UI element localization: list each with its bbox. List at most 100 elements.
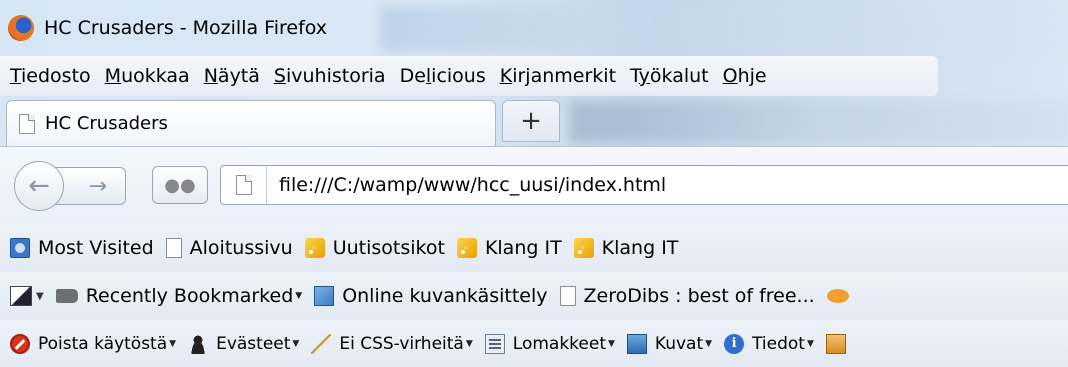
menu-label-post: icious [431, 65, 486, 87]
menu-accesskey: M [104, 65, 122, 87]
title-bar[interactable]: HC Crusaders - Mozilla Firefox [0, 0, 1068, 56]
menu-ohje[interactable]: Ohje [723, 65, 767, 87]
page-icon [165, 238, 182, 258]
menu-muokkaa[interactable]: Muokkaa [105, 65, 190, 87]
overflow-tool-icon[interactable] [825, 333, 846, 354]
bookmark-most-visited[interactable]: Most Visited [10, 237, 154, 259]
menu-accesskey: y [638, 65, 650, 87]
new-tab-button[interactable]: + [502, 100, 560, 142]
menu-accesskey: K [499, 65, 513, 87]
dropdown-arrow-icon: ▼ [295, 291, 303, 301]
menu-nayta[interactable]: Näytä [204, 65, 260, 87]
menu-label-post: iedosto [21, 65, 91, 87]
image-editor-icon [314, 286, 335, 306]
window-title: HC Crusaders - Mozilla Firefox [44, 17, 328, 39]
bookmark-klang-it-1[interactable]: Klang IT [456, 237, 562, 259]
bookmark-label: Uutisotsikot [332, 237, 445, 259]
rss-icon [304, 238, 325, 258]
bookmark-recently-bookmarked[interactable]: Recently Bookmarked ▼ [55, 285, 303, 307]
bookmark-label: ZeroDibs : best of free... [583, 285, 815, 307]
menu-kirjanmerkit[interactable]: Kirjanmerkit [500, 65, 616, 87]
footprints-icon: ●● [164, 174, 196, 196]
menu-bar: Tiedosto Muokkaa Näytä Sivuhistoria Deli… [0, 56, 938, 96]
most-visited-icon [10, 238, 30, 258]
dropdown-arrow-icon: ▼ [292, 338, 300, 349]
menu-tyokalut[interactable]: Työkalut [630, 65, 709, 87]
history-button[interactable]: ●● [152, 166, 208, 204]
dropdown-arrow-icon: ▼ [465, 338, 473, 349]
menu-label-pre: De [399, 65, 426, 87]
back-button[interactable]: ← [14, 161, 64, 211]
toolbar-label: Kuvat [654, 333, 704, 354]
rss-icon [573, 238, 594, 258]
back-forward-group: → ← [14, 161, 130, 211]
wd-tiedot[interactable]: i Tiedot ▼ [724, 333, 814, 354]
dropdown-arrow-icon: ▼ [806, 338, 814, 349]
tag-icon [55, 289, 78, 303]
site-identity-button[interactable] [221, 166, 267, 204]
images-icon [626, 333, 647, 354]
info-icon: i [724, 333, 745, 354]
bookmark-zerodibs[interactable]: ZeroDibs : best of free... [559, 285, 815, 307]
title-bar-blurred-area [380, 6, 1068, 52]
tab-strip-blurred-area [570, 102, 1068, 142]
navigation-bar: → ← ●● file:///C:/wamp/www/hcc_uusi/inde… [0, 146, 1068, 224]
menu-label-post: ökalut [649, 65, 709, 87]
tab-strip: HC Crusaders + [0, 96, 1068, 146]
wd-lomakkeet[interactable]: Lomakkeet ▼ [484, 333, 615, 354]
dropdown-arrow-icon: ▼ [169, 338, 177, 349]
menu-label-post: hje [737, 65, 767, 87]
dropdown-arrow-icon[interactable]: ▼ [36, 291, 44, 302]
rss-icon [456, 238, 477, 258]
bookmark-label: Recently Bookmarked [85, 285, 294, 307]
menu-tiedosto[interactable]: Tiedosto [10, 65, 91, 87]
toolbar-label: Ei CSS-virheitä [339, 333, 464, 354]
page-icon [235, 175, 252, 195]
bookmark-label: Most Visited [38, 237, 154, 259]
firefox-logo-icon[interactable] [8, 15, 34, 41]
dropdown-arrow-icon: ▼ [705, 338, 713, 349]
url-bar[interactable]: file:///C:/wamp/www/hcc_uusi/index.html [220, 165, 1068, 205]
wd-css[interactable]: Ei CSS-virheitä ▼ [311, 333, 473, 354]
bookmark-uutisotsikot[interactable]: Uutisotsikot [304, 237, 445, 259]
multi-bookmark-icon[interactable] [10, 286, 32, 306]
wd-poista-kaytosta[interactable]: Poista käytöstä ▼ [10, 333, 177, 354]
bookmark-online-kuvankasittely[interactable]: Online kuvankäsittely [314, 285, 548, 307]
toolbar-label: Lomakkeet [512, 333, 606, 354]
bookmark-label: Klang IT [484, 237, 562, 259]
menu-label-post: äytä [217, 65, 260, 87]
forms-icon [484, 333, 505, 354]
dropdown-arrow-icon: ▼ [607, 338, 615, 349]
bookmark-label: Klang IT [601, 237, 679, 259]
bookmark-label: Aloitussivu [189, 237, 293, 259]
menu-label-pre: T [630, 65, 639, 87]
menu-sivuhistoria[interactable]: Sivuhistoria [274, 65, 386, 87]
toolbar-label: Tiedot [752, 333, 805, 354]
bookmarks-toolbar-2: ▼ Recently Bookmarked ▼ Online kuvankäsit… [0, 272, 1068, 320]
css-wand-icon [311, 333, 332, 354]
disable-icon [10, 333, 30, 354]
menu-accesskey: O [722, 65, 738, 87]
menu-accesskey: T [10, 65, 22, 87]
page-icon [19, 113, 35, 134]
toolbar-label: Evästeet [216, 333, 291, 354]
url-input[interactable]: file:///C:/wamp/www/hcc_uusi/index.html [267, 174, 666, 196]
wd-evasteet[interactable]: Evästeet ▼ [188, 333, 300, 354]
overflow-bookmark-icon[interactable] [826, 289, 849, 303]
menu-label-post: uokkaa [121, 65, 190, 87]
menu-accesskey: S [273, 65, 286, 87]
tab-label: HC Crusaders [45, 113, 168, 134]
menu-accesskey: N [203, 65, 218, 87]
tab-hc-crusaders[interactable]: HC Crusaders [6, 100, 496, 146]
menu-delicious[interactable]: Delicious [400, 65, 486, 87]
bookmark-klang-it-2[interactable]: Klang IT [573, 237, 679, 259]
toolbar-label: Poista käytöstä [38, 333, 168, 354]
bookmark-aloitussivu[interactable]: Aloitussivu [165, 237, 293, 259]
web-developer-toolbar: Poista käytöstä ▼ Evästeet ▼ Ei CSS-virhei… [0, 320, 1068, 367]
bookmark-label: Online kuvankäsittely [342, 285, 548, 307]
wd-kuvat[interactable]: Kuvat ▼ [626, 333, 713, 354]
page-icon [559, 286, 576, 306]
menu-label-post: irjanmerkit [512, 65, 617, 87]
cookies-icon [188, 333, 209, 354]
bookmarks-toolbar: Most Visited Aloitussivu Uutisotsikot Kl… [0, 224, 1068, 272]
